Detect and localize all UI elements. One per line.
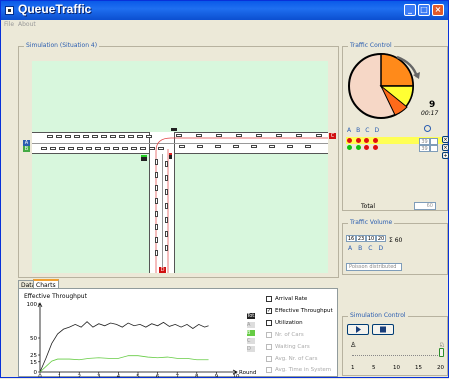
light-b-red xyxy=(356,138,361,143)
simulation-control-title: Simulation Control xyxy=(348,312,408,319)
car-queue-b-lower xyxy=(41,147,164,150)
light-d-red xyxy=(373,145,378,150)
phase-2-spin[interactable] xyxy=(430,145,438,152)
effective-throughput-label: Effective Throughput xyxy=(275,308,333,314)
traffic-light xyxy=(169,153,172,159)
x-tick-label: 7 xyxy=(175,374,179,377)
lane-d-label: D xyxy=(159,267,166,273)
lane-headers: ABCD xyxy=(347,127,380,134)
x-tick-label: 3 xyxy=(97,374,101,377)
x-tick-label: 1 xyxy=(58,374,62,377)
series-b-swatch: B xyxy=(247,330,255,336)
light-a-red xyxy=(347,138,352,143)
light-c-red xyxy=(364,138,369,143)
y-tick-label: 15 xyxy=(30,360,37,366)
total-label: Total xyxy=(361,203,376,210)
traffic-light xyxy=(171,128,177,131)
app-window: QueueTraffic _ □ × File About Simulation… xyxy=(0,0,449,378)
series-tot-swatch: Tot. xyxy=(247,313,256,319)
lane-b-label: B xyxy=(23,146,30,152)
x-tick-label: 4 xyxy=(117,374,121,377)
phase-2-value[interactable]: 39 xyxy=(419,145,430,152)
series-c-swatch: C xyxy=(247,338,255,344)
volume-b-input[interactable]: 23 xyxy=(356,235,366,242)
total-value: 60 xyxy=(414,202,436,210)
speed-tick: 10 xyxy=(393,365,400,371)
cycle-time: 00:17 xyxy=(421,110,439,117)
phase-1-spin[interactable] xyxy=(430,138,438,145)
x-axis-label: Round xyxy=(239,370,256,376)
car-queue-c-lower xyxy=(179,145,311,148)
arrival-rate-checkbox[interactable] xyxy=(266,296,272,302)
car-queue-c-upper xyxy=(176,134,322,137)
utilization-label: Utilization xyxy=(275,320,303,326)
play-button[interactable] xyxy=(347,324,369,335)
volume-sum: Σ 60 xyxy=(389,237,403,244)
light-b-green xyxy=(356,145,361,150)
effective-throughput-checkbox[interactable]: ✓ xyxy=(266,308,272,314)
light-d-red xyxy=(373,138,378,143)
waiting-cars-label: Waiting Cars xyxy=(275,344,310,350)
car-queue-d-lane2 xyxy=(165,161,168,251)
y-tick-label: 25 xyxy=(30,353,37,359)
avg-time-checkbox[interactable] xyxy=(266,367,272,373)
y-tick-label: 50 xyxy=(30,336,37,342)
x-tick-label: 9 xyxy=(215,374,219,377)
x-tick-label: 2 xyxy=(77,374,81,377)
remove-phase-button-2[interactable]: × xyxy=(442,144,449,151)
speed-tick: 20 xyxy=(437,365,444,371)
volume-c-input[interactable]: 10 xyxy=(366,235,376,242)
arrival-rate-label: Arrival Rate xyxy=(275,296,308,302)
traffic-light xyxy=(141,155,147,161)
avg-time-label: Avg. Time in System xyxy=(275,367,332,373)
x-tick-label: 8 xyxy=(195,374,199,377)
clock-icon xyxy=(424,125,431,132)
nr-of-cars-label: Nr. of Cars xyxy=(275,332,304,338)
x-tick-label: 0 xyxy=(38,374,42,377)
series-line-1 xyxy=(39,355,209,373)
traffic-control-title: Traffic Control xyxy=(348,42,394,49)
x-tick-label: 6 xyxy=(156,374,160,377)
speed-tick: 15 xyxy=(415,365,422,371)
remove-phase-button[interactable]: × xyxy=(442,136,449,143)
volume-a-input[interactable]: 16 xyxy=(346,235,356,242)
y-tick-label: 100 xyxy=(27,302,38,308)
volume-d-input[interactable]: 20 xyxy=(376,235,386,242)
play-icon xyxy=(356,326,361,333)
cycle-count: 9 xyxy=(429,100,436,110)
light-c-red xyxy=(364,145,369,150)
speed-tick: 5 xyxy=(372,365,376,371)
series-line-0 xyxy=(39,321,209,373)
avg-nr-of-cars-label: Avg. Nr. of Cars xyxy=(275,356,318,362)
traffic-volume-title: Traffic Volume xyxy=(348,219,395,226)
series-a-swatch: A xyxy=(247,322,255,328)
speed-slider-handle[interactable] xyxy=(439,348,444,357)
avg-nr-of-cars-checkbox[interactable] xyxy=(266,356,272,362)
stop-button[interactable] xyxy=(372,324,394,335)
phase-1-value[interactable]: 39 xyxy=(419,138,430,145)
y-tick-label: 0 xyxy=(34,370,38,376)
nr-of-cars-checkbox[interactable] xyxy=(266,332,272,338)
speed-tick: 1 xyxy=(351,365,355,371)
stop-icon xyxy=(380,326,386,333)
waiting-cars-checkbox[interactable] xyxy=(266,344,272,350)
car-queue-d xyxy=(155,159,158,256)
speed-track xyxy=(352,355,442,356)
lane-c-label: C xyxy=(329,133,336,139)
x-tick-label: 5 xyxy=(136,374,140,377)
series-d-swatch: D xyxy=(247,346,255,352)
add-phase-button[interactable]: + xyxy=(442,152,449,159)
light-a-green xyxy=(347,145,352,150)
distribution-select[interactable]: Poisson distributed xyxy=(346,263,402,271)
utilization-checkbox[interactable] xyxy=(266,320,272,326)
car-queue-b-upper xyxy=(47,135,152,138)
volume-labels: ABCD xyxy=(348,245,384,252)
slow-walker-icon: ♙ xyxy=(350,341,357,349)
